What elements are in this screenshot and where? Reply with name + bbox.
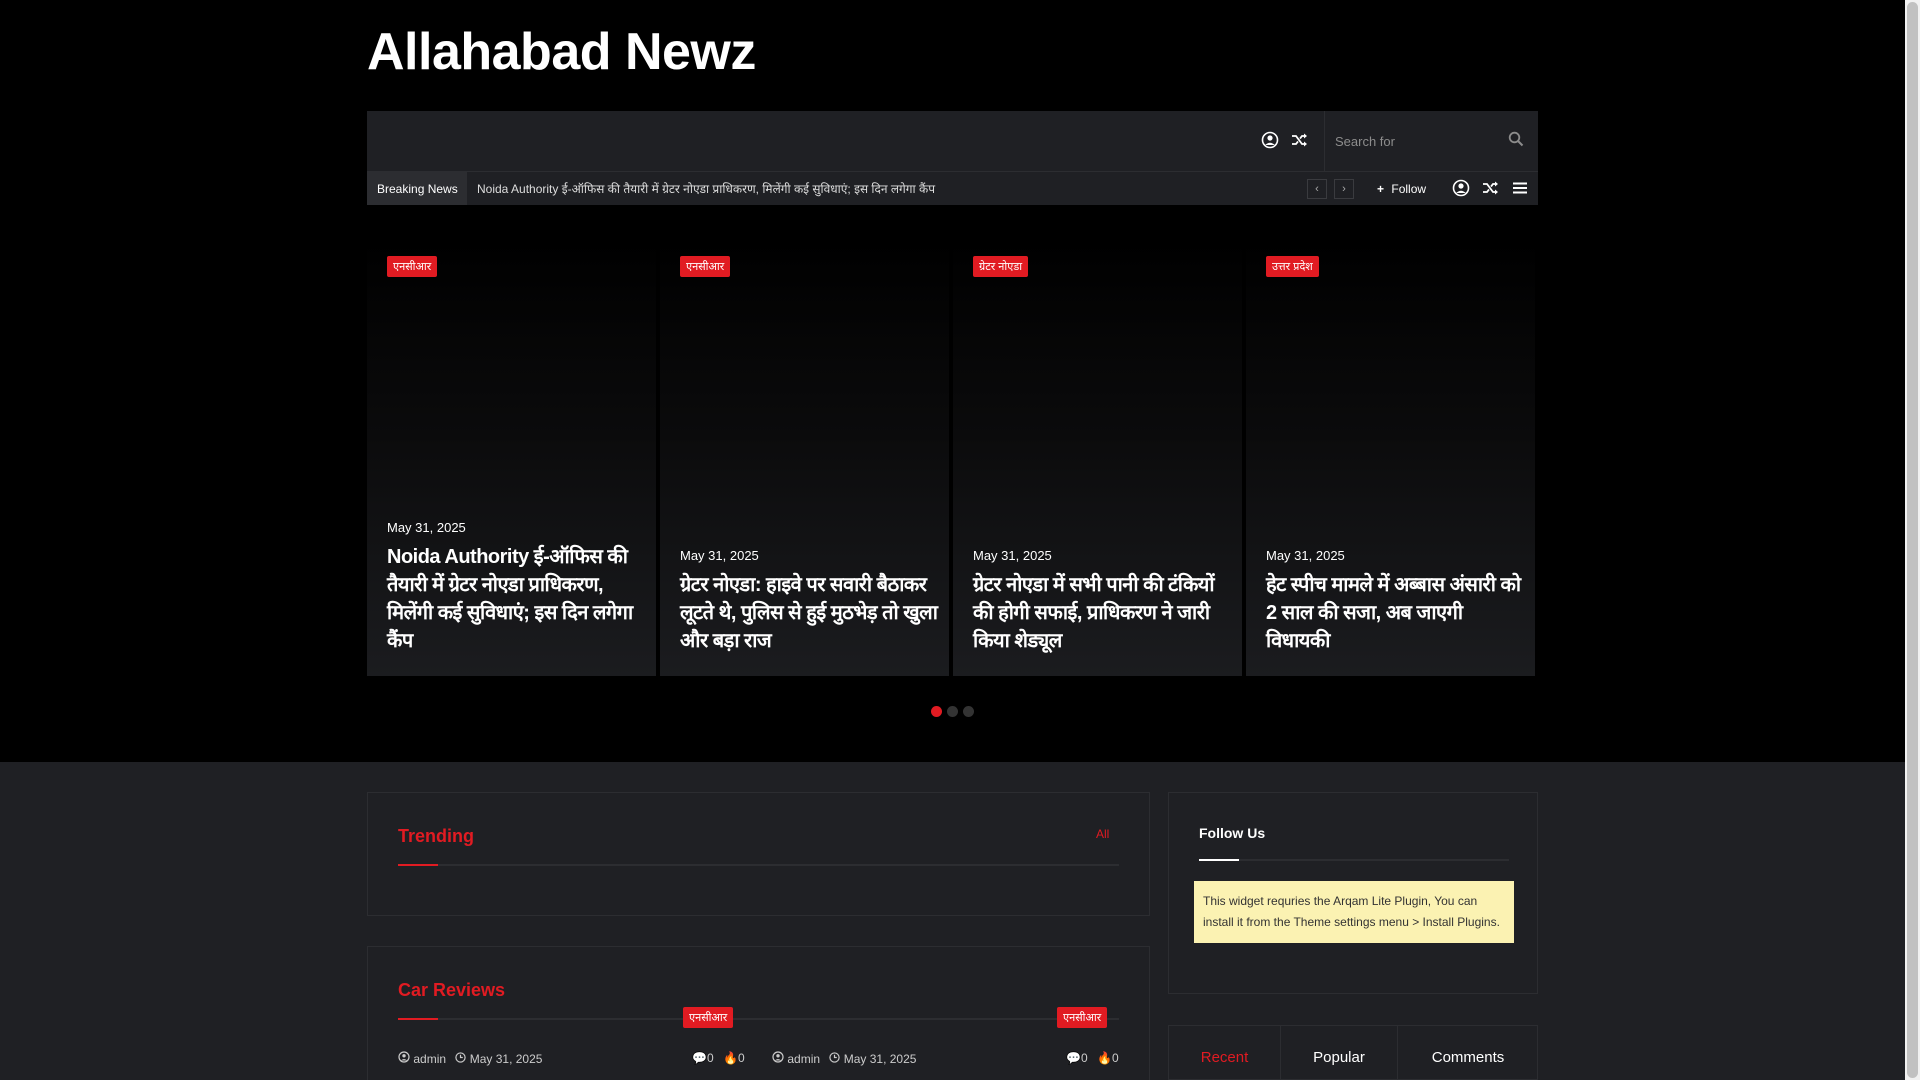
page-scrollbar[interactable]	[1905, 0, 1920, 1080]
follow-button[interactable]: + Follow	[1377, 172, 1426, 206]
breaking-prev-button[interactable]: ‹	[1307, 179, 1327, 199]
user-icon[interactable]	[1260, 131, 1280, 151]
random-article-icon[interactable]	[1481, 179, 1501, 199]
category-tag[interactable]: एनसीआर	[680, 256, 731, 277]
category-tag[interactable]: एनसीआर	[387, 256, 438, 277]
slider-dot[interactable]	[947, 706, 958, 717]
category-tag[interactable]: एनसीआर	[1057, 1007, 1108, 1028]
slide-date: May 31, 2025	[1266, 548, 1345, 563]
plus-icon: +	[1377, 182, 1385, 196]
like-count: 0	[1111, 1051, 1119, 1065]
slider-dot[interactable]	[931, 706, 942, 717]
page: Allahabad Newz Breaking News Noida Autho…	[0, 0, 1905, 1080]
comments-icon: 💬	[692, 1051, 707, 1065]
comments-icon: 💬	[1066, 1051, 1081, 1065]
post-date: May 31, 2025	[469, 1052, 543, 1066]
tab-popular[interactable]: Popular	[1281, 1026, 1398, 1080]
post-date: May 31, 2025	[843, 1052, 917, 1066]
site-logo[interactable]: Allahabad Newz	[367, 22, 756, 82]
random-icon[interactable]	[1289, 131, 1309, 151]
widget-title: Follow Us	[1199, 825, 1266, 841]
trending-block: Trending All	[367, 792, 1150, 916]
widget-divider	[1199, 859, 1509, 861]
breaking-news-bar: Breaking News Noida Authority ई-ऑफिस की …	[367, 171, 1538, 206]
follow-label: Follow	[1391, 182, 1427, 196]
fire-icon: 🔥	[1096, 1051, 1112, 1065]
breaking-next-button[interactable]: ›	[1334, 179, 1354, 199]
category-tag[interactable]: ग्रेटर नोएडा	[973, 256, 1029, 277]
category-tag[interactable]: एनसीआर	[683, 1007, 734, 1028]
scrollbar-thumb[interactable]	[1907, 2, 1918, 1078]
comment-count: 0	[706, 1051, 714, 1065]
post-stats: 💬0 🔥0	[1066, 1051, 1119, 1065]
post-meta: admin May 31, 2025	[398, 1051, 542, 1066]
all-link[interactable]: All	[1096, 827, 1109, 841]
search-box	[1324, 111, 1539, 171]
slide-card[interactable]: एनसीआर May 31, 2025 ग्रेटर नोएडा: हाइवे …	[660, 240, 949, 676]
search-icon[interactable]	[1508, 131, 1528, 151]
slide-date: May 31, 2025	[387, 520, 466, 535]
post-author[interactable]: admin	[413, 1052, 446, 1066]
tabs-widget: Recent Popular Comments	[1168, 1025, 1538, 1080]
block-divider	[398, 864, 1119, 866]
tab-comments[interactable]: Comments	[1398, 1026, 1538, 1080]
block-title: Trending	[398, 826, 474, 846]
slide-title[interactable]: ग्रेटर नोएडा में सभी पानी की टंकियों की …	[973, 571, 1233, 655]
user-icon	[398, 1051, 413, 1066]
sidebar-menu-icon[interactable]	[1511, 179, 1531, 199]
search-input[interactable]	[1325, 111, 1539, 171]
slide-card[interactable]: उत्तर प्रदेश May 31, 2025 हेट स्पीच मामल…	[1246, 240, 1535, 676]
plugin-notice: This widget requries the Arqam Lite Plug…	[1194, 881, 1514, 943]
post-stats: 💬0 🔥0	[692, 1051, 745, 1065]
like-count: 0	[737, 1051, 745, 1065]
breaking-news-headline[interactable]: Noida Authority ई-ऑफिस की तैयारी में ग्र…	[477, 172, 935, 206]
header: Allahabad Newz Breaking News Noida Autho…	[0, 0, 1905, 206]
slide-title[interactable]: Noida Authority ई-ऑफिस की तैयारी में ग्र…	[387, 543, 647, 655]
post-author[interactable]: admin	[787, 1052, 820, 1066]
slider-dot[interactable]	[963, 706, 974, 717]
post-meta: admin May 31, 2025	[772, 1051, 916, 1066]
clock-icon	[455, 1052, 469, 1066]
category-tag[interactable]: उत्तर प्रदेश	[1266, 256, 1319, 277]
car-reviews-block: Car Reviews एनसीआर एनसीआर admin May 31, …	[367, 946, 1150, 1080]
user-icon	[772, 1051, 787, 1066]
breaking-news-label: Breaking News	[367, 172, 467, 206]
slide-card[interactable]: ग्रेटर नोएडा May 31, 2025 ग्रेटर नोएडा म…	[953, 240, 1242, 676]
slide-card[interactable]: एनसीआर May 31, 2025 Noida Authority ई-ऑफ…	[367, 240, 656, 676]
slide-title[interactable]: ग्रेटर नोएडा: हाइवे पर सवारी बैठाकर लूटत…	[680, 571, 940, 655]
clock-icon	[829, 1052, 843, 1066]
main-nav	[367, 111, 1539, 171]
tab-recent[interactable]: Recent	[1169, 1026, 1281, 1080]
comment-count: 0	[1080, 1051, 1088, 1065]
fire-icon: 🔥	[722, 1051, 738, 1065]
block-divider	[398, 1018, 1119, 1020]
slide-date: May 31, 2025	[973, 548, 1052, 563]
block-title: Car Reviews	[398, 980, 506, 1000]
slide-date: May 31, 2025	[680, 548, 759, 563]
login-icon[interactable]	[1452, 179, 1472, 199]
follow-us-widget: Follow Us This widget requries the Arqam…	[1168, 792, 1538, 994]
slide-title[interactable]: हेट स्पीच मामले में अब्बास अंसारी को 2 स…	[1266, 571, 1526, 655]
